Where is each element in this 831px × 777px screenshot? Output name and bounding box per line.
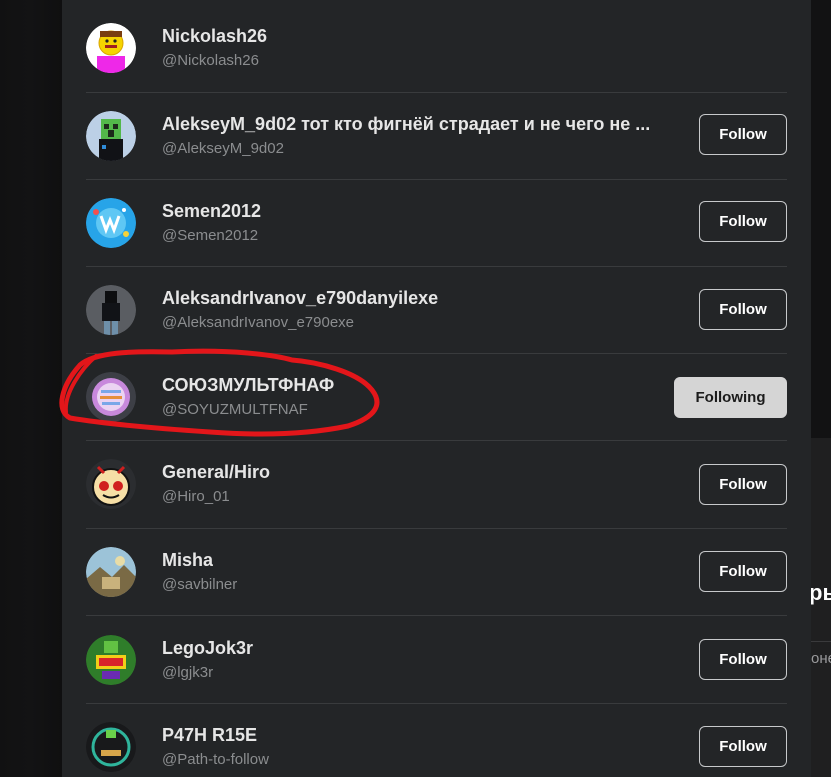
- user-row-semen2012[interactable]: Semen2012 @Semen2012 Follow: [86, 180, 787, 267]
- background-heading-fragment: ры: [809, 580, 831, 605]
- background-text-fragment: оне: [811, 650, 831, 667]
- row-divider: [86, 615, 787, 616]
- user-row-legojok3r[interactable]: LegoJok3r @lgjk3r Follow: [86, 617, 787, 704]
- vk-logo-avatar[interactable]: [86, 198, 136, 248]
- creeper-avatar[interactable]: [86, 111, 136, 161]
- dark-circle-avatar[interactable]: [86, 722, 136, 772]
- follow-button[interactable]: Follow: [699, 464, 787, 505]
- background-divider: [811, 641, 831, 642]
- user-handle: @SOYUZMULTFNAF: [162, 401, 308, 418]
- user-row-aleksandrivanov[interactable]: AleksandrIvanov_e790danyilexe @Aleksandr…: [86, 267, 787, 354]
- user-handle: @savbilner: [162, 576, 238, 593]
- lego-joker-avatar[interactable]: [86, 635, 136, 685]
- follow-button[interactable]: Follow: [699, 201, 787, 242]
- user-row-alekseym[interactable]: AlekseyM_9d02 тот кто фигнёй страдает и …: [86, 93, 787, 180]
- user-display-name[interactable]: СОЮЗМУЛЬТФНАФ: [162, 375, 334, 396]
- user-display-name[interactable]: Semen2012: [162, 201, 261, 222]
- user-row-hiro[interactable]: General/Hiro @Hiro_01 Follow: [86, 442, 787, 529]
- follow-button[interactable]: Follow: [699, 114, 787, 155]
- user-display-name[interactable]: Nickolash26: [162, 26, 267, 47]
- user-display-name[interactable]: AleksandrIvanov_e790danyilexe: [162, 288, 438, 309]
- followers-modal: Nickolash26 @Nickolash26 AlekseyM_9d02 т…: [62, 0, 811, 777]
- user-handle: @Path-to-follow: [162, 751, 269, 768]
- page-background-left: [0, 0, 62, 777]
- user-handle: @Nickolash26: [162, 52, 259, 69]
- hiro-face-avatar[interactable]: [86, 459, 136, 509]
- follow-button[interactable]: Follow: [699, 726, 787, 767]
- dark-figure-avatar[interactable]: [86, 285, 136, 335]
- row-divider: [86, 440, 787, 441]
- landscape-avatar[interactable]: [86, 547, 136, 597]
- user-row-misha[interactable]: Misha @savbilner Follow: [86, 529, 787, 616]
- soyuzmult-badge-avatar[interactable]: [86, 372, 136, 422]
- user-handle: @Semen2012: [162, 227, 259, 244]
- user-display-name[interactable]: General/Hiro: [162, 462, 270, 483]
- follow-button[interactable]: Follow: [699, 639, 787, 680]
- user-row-soyuzmultfnaf[interactable]: СОЮЗМУЛЬТФНАФ @SOYUZMULTFNAF Following: [86, 354, 787, 441]
- user-handle: @AlekseyM_9d02: [162, 140, 284, 157]
- user-row-p47h-r15e[interactable]: P47H R15E @Path-to-follow Follow: [86, 704, 787, 777]
- follow-button[interactable]: Follow: [699, 289, 787, 330]
- user-handle: @lgjk3r: [162, 664, 214, 681]
- user-handle: @Hiro_01: [162, 488, 230, 505]
- following-button[interactable]: Following: [674, 377, 787, 418]
- user-display-name[interactable]: P47H R15E: [162, 725, 257, 746]
- user-handle: @AleksandrIvanov_e790exe: [162, 314, 355, 331]
- user-display-name[interactable]: AlekseyM_9d02 тот кто фигнёй страдает и …: [162, 114, 650, 135]
- follow-button[interactable]: Follow: [699, 551, 787, 592]
- user-display-name[interactable]: LegoJok3r: [162, 638, 253, 659]
- user-display-name[interactable]: Misha: [162, 550, 213, 571]
- user-row-nickolash26[interactable]: Nickolash26 @Nickolash26: [86, 6, 787, 93]
- background-panel: ры оне: [809, 438, 831, 777]
- pink-figure-avatar[interactable]: [86, 23, 136, 73]
